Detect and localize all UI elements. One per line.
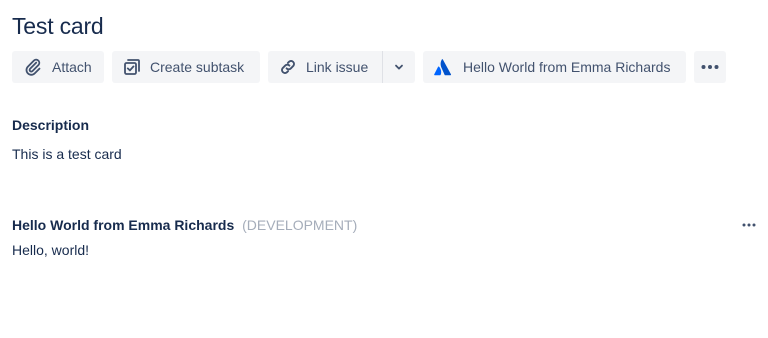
app-panel-header: Hello World from Emma Richards (DEVELOPM… bbox=[12, 216, 357, 234]
more-icon bbox=[742, 223, 756, 227]
attach-label: Attach bbox=[52, 59, 92, 75]
issue-title[interactable]: Test card bbox=[12, 11, 104, 41]
app-environment-badge: (DEVELOPMENT) bbox=[242, 217, 358, 233]
attach-button[interactable]: Attach bbox=[12, 51, 104, 83]
link-issue-button[interactable]: Link issue bbox=[268, 51, 382, 83]
atlassian-logo-icon bbox=[433, 57, 453, 77]
link-issue-dropdown-button[interactable] bbox=[383, 51, 415, 83]
link-icon bbox=[278, 57, 298, 77]
link-issue-label: Link issue bbox=[306, 59, 369, 75]
app-button[interactable]: Hello World from Emma Richards bbox=[423, 51, 686, 83]
checkbox-icon bbox=[122, 58, 142, 76]
link-issue-split-button: Link issue bbox=[268, 51, 415, 83]
description-text[interactable]: This is a test card bbox=[12, 145, 122, 163]
create-subtask-label: Create subtask bbox=[150, 59, 245, 75]
description-heading: Description bbox=[12, 117, 90, 133]
app-panel-more-button[interactable] bbox=[740, 216, 758, 234]
more-actions-button[interactable] bbox=[694, 51, 726, 83]
paperclip-icon bbox=[24, 58, 42, 76]
app-panel-content: Hello, world! bbox=[12, 242, 90, 258]
create-subtask-button[interactable]: Create subtask bbox=[112, 51, 260, 83]
app-panel-title: Hello World from Emma Richards bbox=[12, 217, 235, 233]
app-button-label: Hello World from Emma Richards bbox=[463, 59, 671, 75]
more-icon bbox=[700, 64, 720, 70]
chevron-down-icon bbox=[393, 61, 405, 73]
issue-toolbar: Attach Create subtask Link issue Hello W… bbox=[12, 51, 726, 83]
